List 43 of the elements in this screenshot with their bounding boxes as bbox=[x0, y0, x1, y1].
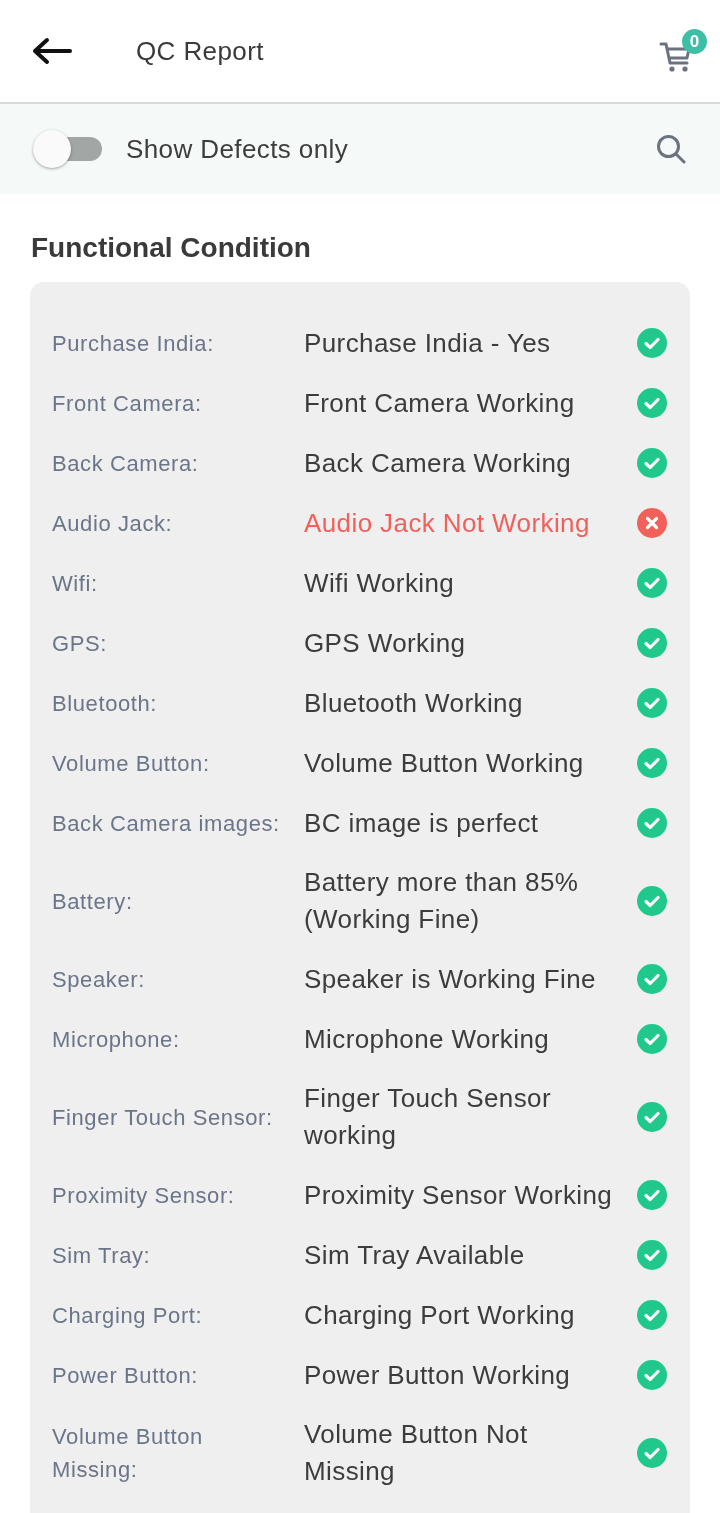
row-value: Volume Button Not Missing bbox=[304, 1418, 529, 1488]
toggle-label: Show Defects only bbox=[126, 133, 349, 165]
row-label: Sim Tray: bbox=[52, 1241, 151, 1270]
row-label: Volume Button Missing: bbox=[52, 1423, 204, 1484]
row-label: Bluetooth: bbox=[52, 689, 158, 718]
row-value: Finger Touch Sensor working bbox=[304, 1082, 553, 1152]
row-label: Purchase India: bbox=[52, 329, 214, 358]
row-value: BC image is perfect bbox=[304, 806, 539, 840]
search-icon[interactable] bbox=[656, 134, 686, 164]
row-value: Back Camera Working bbox=[304, 446, 572, 480]
row-value: Volume Button Working bbox=[304, 746, 584, 780]
row-label: GPS: bbox=[52, 629, 107, 658]
row-value: Audio Jack Not Working bbox=[304, 506, 590, 540]
row-value: Microphone Working bbox=[304, 1022, 550, 1056]
row-value: Speaker is Working Fine bbox=[304, 962, 596, 996]
row-value: Front Camera Working bbox=[304, 386, 575, 420]
row-label: Volume Button: bbox=[52, 749, 210, 778]
row-value: Wifi Working bbox=[304, 566, 455, 600]
row-label: Speaker: bbox=[52, 965, 145, 994]
row-label: Charging Port: bbox=[52, 1301, 203, 1330]
row-value: Purchase India - Yes bbox=[304, 326, 551, 360]
row-value: Bluetooth Working bbox=[304, 686, 523, 720]
row-value: Power Button Working bbox=[304, 1358, 571, 1392]
row-value: GPS Working bbox=[304, 626, 466, 660]
row-label: Back Camera images: bbox=[52, 809, 280, 838]
toggle-switch[interactable] bbox=[32, 129, 102, 169]
row-label: Wifi: bbox=[52, 569, 98, 598]
row-value: Battery more than 85% (Working Fine) bbox=[304, 866, 580, 936]
page-title: QC Report bbox=[136, 35, 264, 67]
section-title: Functional Condition bbox=[31, 231, 312, 265]
row-label: Audio Jack: bbox=[52, 509, 173, 538]
row-value: Charging Port Working bbox=[304, 1298, 575, 1332]
back-arrow-icon[interactable] bbox=[32, 37, 72, 65]
row-value: Proximity Sensor Working bbox=[304, 1178, 613, 1212]
row-label: Front Camera: bbox=[52, 389, 202, 418]
row-value: Sim Tray Available bbox=[304, 1238, 525, 1272]
row-label: Power Button: bbox=[52, 1361, 198, 1390]
row-label: Battery: bbox=[52, 887, 133, 916]
row-label: Proximity Sensor: bbox=[52, 1181, 235, 1210]
row-label: Back Camera: bbox=[52, 449, 199, 478]
row-label: Microphone: bbox=[52, 1025, 180, 1054]
cart-count-badge: 0 bbox=[682, 29, 707, 54]
row-label: Finger Touch Sensor: bbox=[52, 1103, 273, 1132]
